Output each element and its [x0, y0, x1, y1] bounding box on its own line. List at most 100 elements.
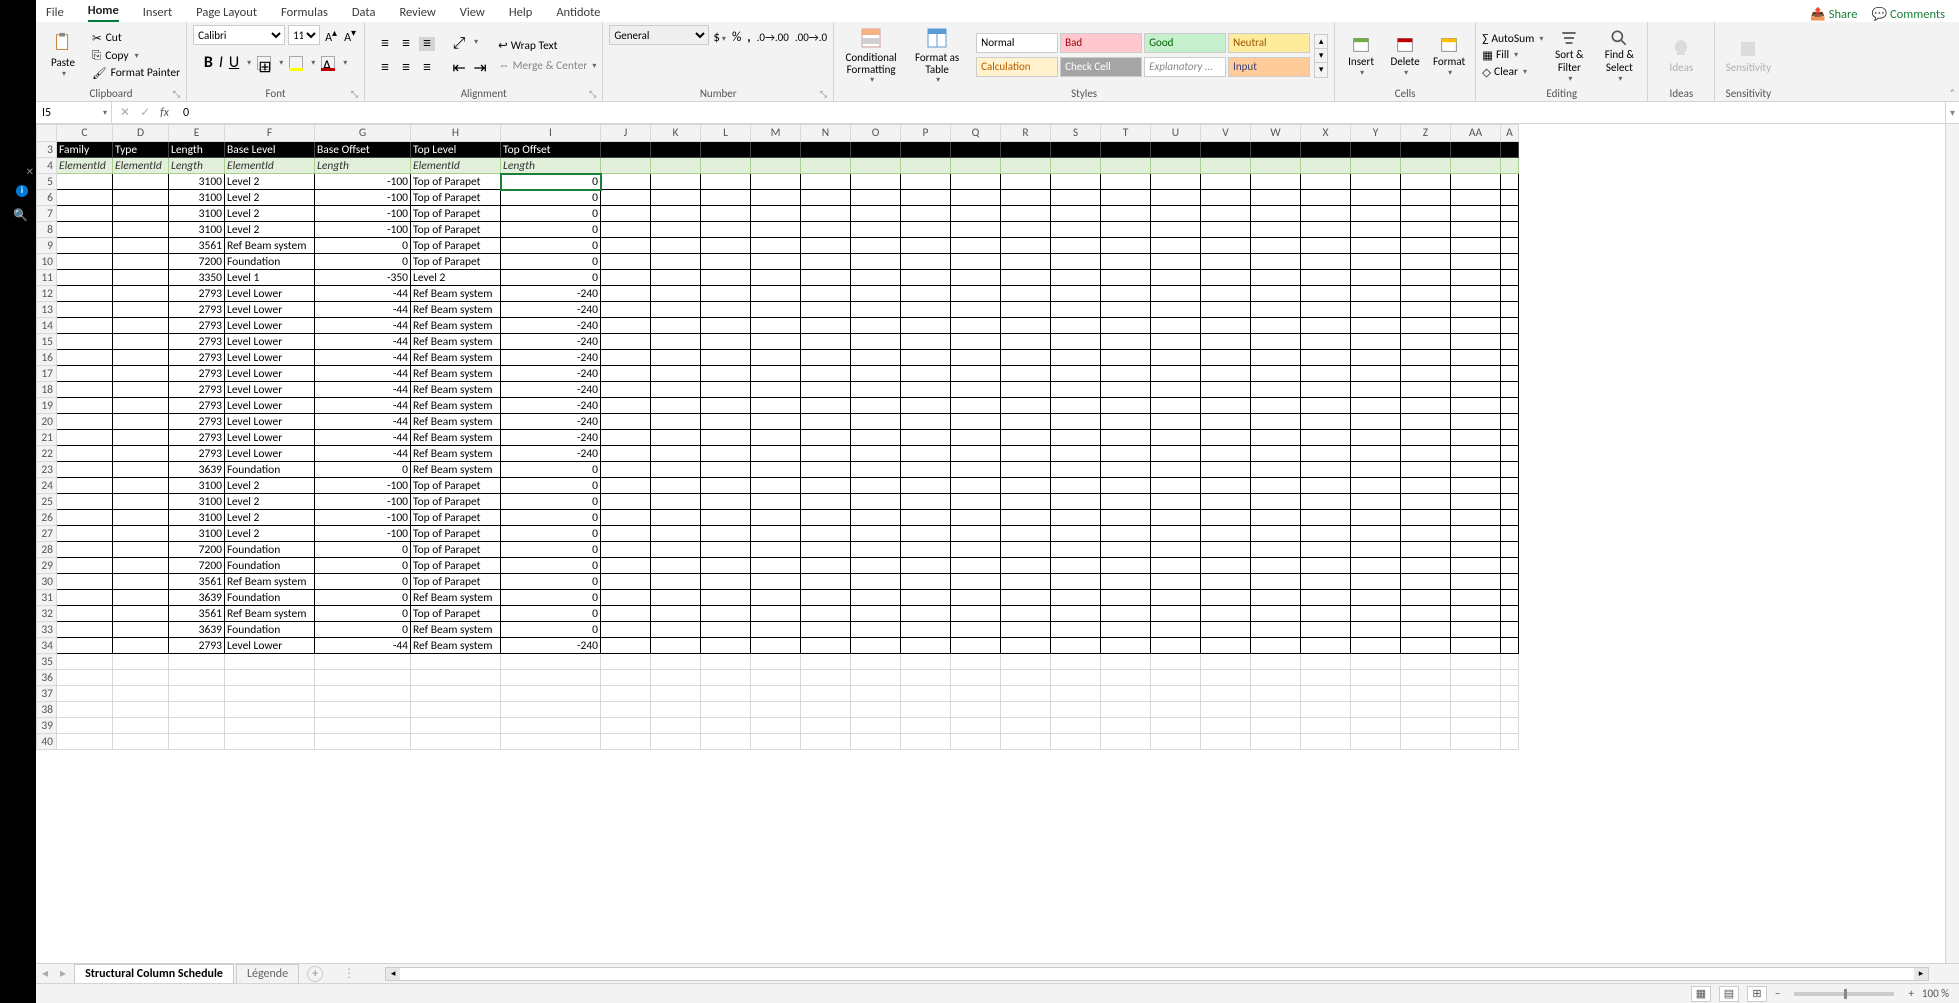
cell[interactable]: Foundation	[225, 254, 315, 270]
cell[interactable]: 7200	[169, 558, 225, 574]
cell[interactable]	[57, 414, 113, 430]
row-header-17[interactable]: 17	[37, 366, 57, 382]
cell[interactable]: 3100	[169, 510, 225, 526]
col-header-Q[interactable]: Q	[951, 125, 1001, 142]
col-header-P[interactable]: P	[901, 125, 951, 142]
cell[interactable]: 0	[315, 590, 411, 606]
row-header-24[interactable]: 24	[37, 478, 57, 494]
row-header-31[interactable]: 31	[37, 590, 57, 606]
cell[interactable]: Foundation	[225, 590, 315, 606]
cell[interactable]	[113, 478, 169, 494]
cell[interactable]: Ref Beam system	[411, 318, 501, 334]
cell[interactable]	[57, 382, 113, 398]
style-neutral[interactable]: Neutral	[1228, 33, 1310, 53]
cell[interactable]: Level 2	[225, 510, 315, 526]
cell[interactable]: 2793	[169, 286, 225, 302]
row-header-35[interactable]: 35	[37, 654, 57, 670]
row-header-16[interactable]: 16	[37, 350, 57, 366]
cell[interactable]: Level Lower	[225, 350, 315, 366]
cell[interactable]: 0	[501, 590, 601, 606]
cut-button[interactable]: ✂Cut	[92, 31, 180, 46]
shrink-font-icon[interactable]: A▾	[342, 26, 358, 45]
style-input[interactable]: Input	[1228, 57, 1310, 77]
col-header-K[interactable]: K	[651, 125, 701, 142]
cell[interactable]: Level 2	[411, 270, 501, 286]
cell[interactable]: Ref Beam system	[411, 590, 501, 606]
cell[interactable]	[57, 238, 113, 254]
cell[interactable]: 0	[501, 478, 601, 494]
cell[interactable]: 0	[315, 574, 411, 590]
cell[interactable]: -100	[315, 206, 411, 222]
decrease-indent-button[interactable]: ⇥	[472, 61, 488, 75]
conditional-formatting-button[interactable]: Conditional Formatting▾	[840, 26, 902, 85]
cell[interactable]: Level 2	[225, 222, 315, 238]
currency-button[interactable]: $▾	[713, 30, 726, 45]
col-header-H[interactable]: H	[411, 125, 501, 142]
cell[interactable]: Top of Parapet	[411, 238, 501, 254]
expand-formula-icon[interactable]: ▾	[1945, 102, 1959, 123]
fx-icon[interactable]: fx	[160, 106, 169, 120]
cell[interactable]: -44	[315, 398, 411, 414]
cell[interactable]: -240	[501, 350, 601, 366]
info-icon[interactable]: i	[16, 185, 28, 197]
cell[interactable]: 3639	[169, 462, 225, 478]
align-top-button[interactable]: ≡	[377, 37, 393, 51]
cell[interactable]: -100	[315, 222, 411, 238]
cell[interactable]	[57, 286, 113, 302]
cell[interactable]: Level 1	[225, 270, 315, 286]
cell[interactable]: Level 2	[225, 494, 315, 510]
cell[interactable]: Level Lower	[225, 446, 315, 462]
panel-close-icon[interactable]: ✕	[26, 165, 34, 178]
cell[interactable]	[57, 606, 113, 622]
cell[interactable]: 2793	[169, 350, 225, 366]
cell[interactable]: Ref Beam system	[411, 286, 501, 302]
spreadsheet-grid[interactable]: CDEFGHIJKLMNOPQRSTUVWXYZAAA3FamilyTypeLe…	[36, 124, 1959, 963]
cell[interactable]: 3350	[169, 270, 225, 286]
cell[interactable]: 2793	[169, 414, 225, 430]
cell[interactable]: -240	[501, 302, 601, 318]
row-header-38[interactable]: 38	[37, 702, 57, 718]
cell[interactable]: 3561	[169, 574, 225, 590]
cell[interactable]: Level Lower	[225, 302, 315, 318]
cell[interactable]	[57, 366, 113, 382]
underline-button[interactable]: U	[229, 53, 239, 72]
cell[interactable]: -44	[315, 446, 411, 462]
tab-review[interactable]: Review	[399, 5, 435, 22]
cell[interactable]: Ref Beam system	[411, 350, 501, 366]
cell[interactable]: 0	[315, 606, 411, 622]
cell[interactable]: 3561	[169, 238, 225, 254]
cell[interactable]	[57, 270, 113, 286]
insert-cells-button[interactable]: Insert▾	[1341, 33, 1381, 78]
col-header-T[interactable]: T	[1101, 125, 1151, 142]
cell[interactable]: Top of Parapet	[411, 254, 501, 270]
cell[interactable]: 0	[501, 462, 601, 478]
cell[interactable]	[113, 190, 169, 206]
cell[interactable]: 0	[501, 574, 601, 590]
cell[interactable]: 2793	[169, 638, 225, 654]
zoom-in-icon[interactable]: +	[1908, 987, 1913, 1000]
cell[interactable]: 3100	[169, 478, 225, 494]
sheet-nav-next-icon[interactable]: ▸	[54, 966, 72, 981]
merge-center-button[interactable]: ⇔Merge & Center▾	[498, 59, 596, 73]
cell[interactable]	[57, 526, 113, 542]
tab-data[interactable]: Data	[352, 5, 376, 22]
cell[interactable]: -44	[315, 430, 411, 446]
font-color-button[interactable]: A	[321, 56, 335, 70]
gallery-up-icon[interactable]: ▴	[1315, 35, 1327, 49]
copy-button[interactable]: ⎘Copy▾	[92, 49, 180, 63]
cell[interactable]: 3561	[169, 606, 225, 622]
col-header-S[interactable]: S	[1051, 125, 1101, 142]
cell[interactable]: 0	[501, 254, 601, 270]
cell[interactable]: 3100	[169, 206, 225, 222]
cell[interactable]: 3639	[169, 590, 225, 606]
row-header-36[interactable]: 36	[37, 670, 57, 686]
cell[interactable]	[113, 270, 169, 286]
cell[interactable]: -100	[315, 478, 411, 494]
row-header-8[interactable]: 8	[37, 222, 57, 238]
cell[interactable]: Ref Beam system	[411, 334, 501, 350]
cell[interactable]: Ref Beam system	[225, 238, 315, 254]
row-header-10[interactable]: 10	[37, 254, 57, 270]
cell[interactable]	[113, 350, 169, 366]
cell[interactable]: Level Lower	[225, 398, 315, 414]
cell[interactable]: 3100	[169, 526, 225, 542]
